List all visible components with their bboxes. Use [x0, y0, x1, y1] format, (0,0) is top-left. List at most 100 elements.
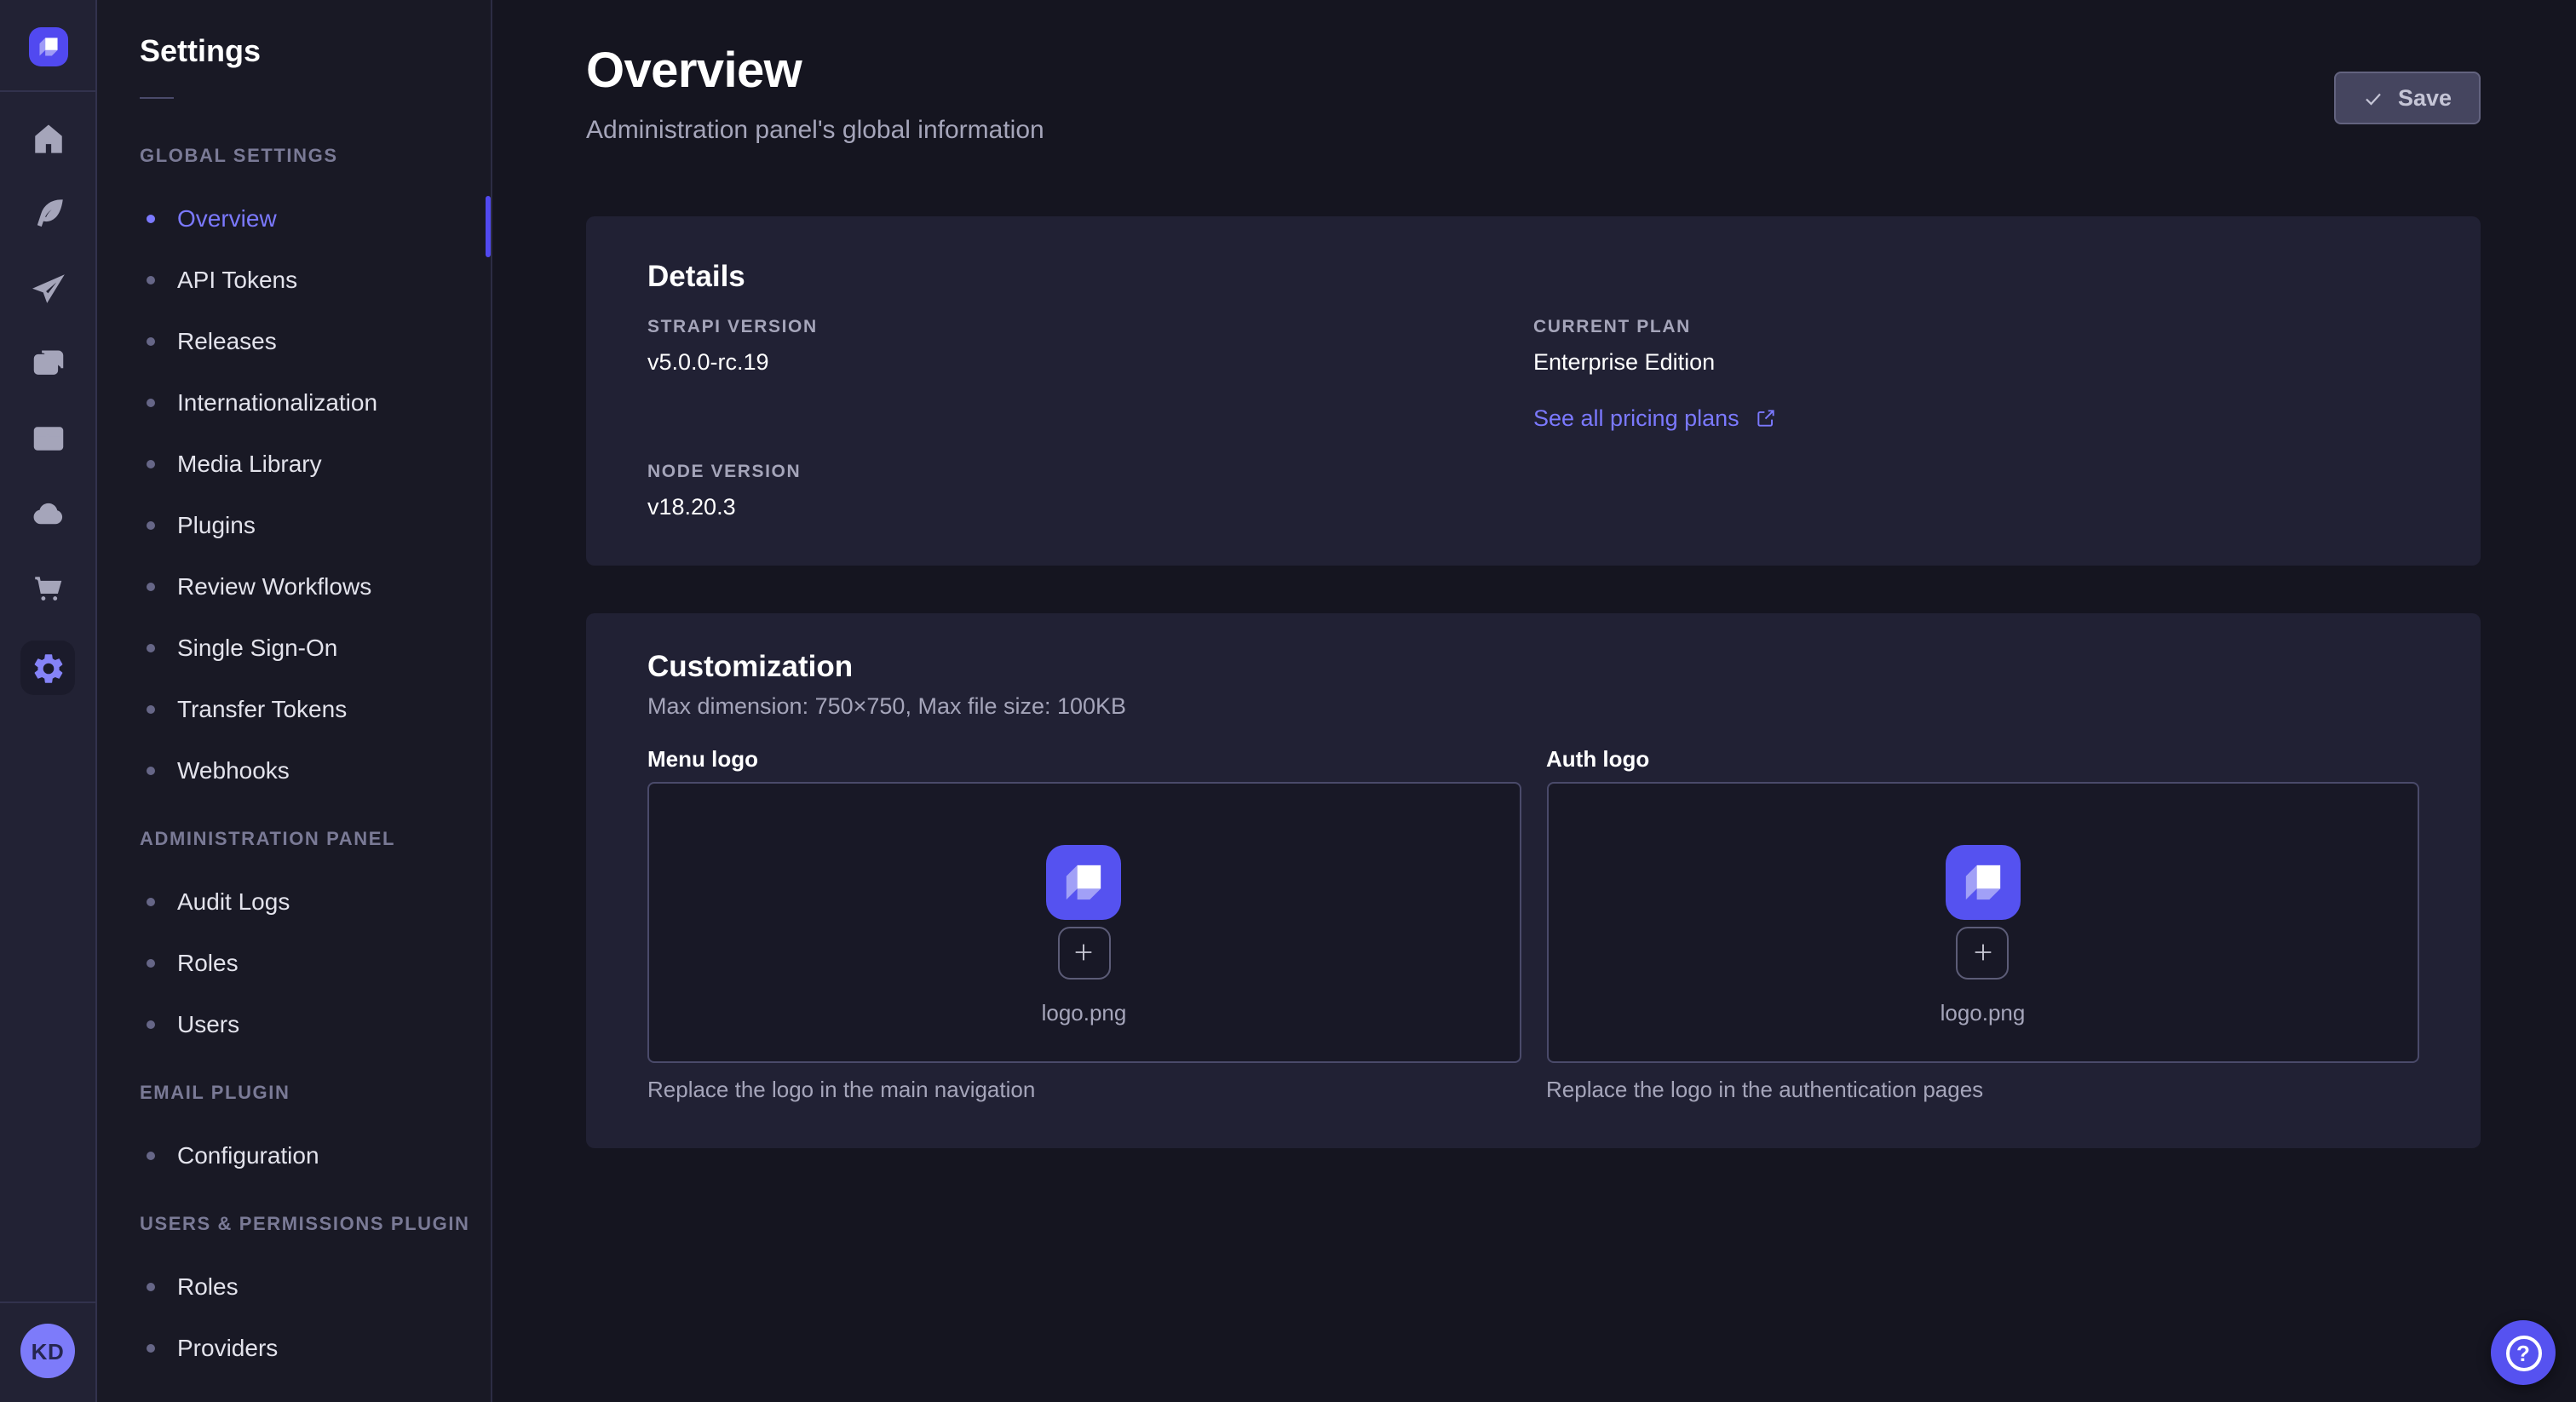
- bullet-icon: [147, 459, 155, 468]
- nav-item-label: Audit Logs: [177, 888, 290, 915]
- customization-card-title: Customization: [647, 647, 2419, 685]
- pricing-plans-link-label: See all pricing plans: [1533, 405, 1739, 431]
- settings-nav-item[interactable]: Audit Logs: [97, 871, 491, 932]
- nav-item-label: Review Workflows: [177, 572, 371, 600]
- pricing-plans-link[interactable]: See all pricing plans: [1533, 405, 1777, 431]
- settings-nav-item[interactable]: Single Sign-On: [97, 617, 491, 678]
- help-button[interactable]: ?: [2491, 1320, 2556, 1385]
- settings-nav-item[interactable]: Plugins: [97, 494, 491, 555]
- nav-item-label: Media Library: [177, 450, 322, 477]
- bullet-icon: [147, 1282, 155, 1290]
- nav-section-heading: USERS & PERMISSIONS PLUGIN: [97, 1208, 491, 1242]
- nav-section: ADMINISTRATION PANEL Audit Logs Roles Us…: [97, 823, 491, 1054]
- field-value: v5.0.0-rc.19: [647, 348, 1533, 378]
- nav-item-label: Webhooks: [177, 756, 290, 784]
- page-title: Overview: [586, 44, 1044, 101]
- page-subtitle: Administration panel's global informatio…: [586, 116, 1044, 145]
- customization-subtitle: Max dimension: 750×750, Max file size: 1…: [647, 692, 2419, 721]
- gear-icon[interactable]: [20, 641, 75, 695]
- add-logo-button[interactable]: [1957, 926, 2010, 979]
- nav-item-label: Overview: [177, 204, 277, 232]
- bullet-icon: [147, 897, 155, 905]
- settings-nav-item[interactable]: Roles: [97, 932, 491, 993]
- subnav-title: Settings: [97, 0, 491, 70]
- bullet-icon: [147, 704, 155, 713]
- settings-nav-item[interactable]: Overview: [97, 187, 491, 249]
- bullet-icon: [147, 643, 155, 652]
- rail-icon-list: [20, 92, 75, 1301]
- bullet-icon: [147, 582, 155, 590]
- shopping-cart-icon[interactable]: [26, 566, 70, 610]
- logo-file-name: logo.png: [1042, 999, 1127, 1025]
- feather-icon[interactable]: [26, 191, 70, 235]
- nav-item-label: Transfer Tokens: [177, 695, 347, 722]
- brand-area: [0, 0, 95, 92]
- auth-logo-upload-zone[interactable]: logo.png: [1546, 782, 2419, 1063]
- settings-nav-sections: GLOBAL SETTINGS Overview API Tokens Rele…: [97, 140, 491, 1378]
- settings-subnav: Settings GLOBAL SETTINGS Overview API To…: [97, 0, 492, 1402]
- menu-logo-caption: Replace the logo in the main navigation: [647, 1077, 1521, 1104]
- nav-item-label: API Tokens: [177, 266, 297, 293]
- settings-nav-item[interactable]: Releases: [97, 310, 491, 371]
- settings-nav-item[interactable]: Users: [97, 993, 491, 1054]
- current-plan-field: CURRENT PLAN Enterprise Edition: [1533, 315, 2419, 378]
- settings-nav-item[interactable]: Review Workflows: [97, 555, 491, 617]
- settings-nav-item[interactable]: Roles: [97, 1255, 491, 1317]
- settings-nav-item[interactable]: Configuration: [97, 1124, 491, 1186]
- details-card-title: Details: [647, 257, 2419, 295]
- nav-section: USERS & PERMISSIONS PLUGIN Roles Provide…: [97, 1208, 491, 1378]
- nav-section-list: Configuration: [97, 1124, 491, 1186]
- bullet-icon: [147, 214, 155, 222]
- user-avatar[interactable]: KD: [20, 1324, 75, 1378]
- menu-logo-tile: Menu logo logo.png Replace the logo in t…: [647, 748, 1521, 1104]
- settings-nav-item[interactable]: Providers: [97, 1317, 491, 1378]
- auth-logo-caption: Replace the logo in the authentication p…: [1546, 1077, 2419, 1104]
- field-value: Enterprise Edition: [1533, 348, 2419, 378]
- menu-logo-upload-zone[interactable]: logo.png: [647, 782, 1521, 1063]
- settings-nav-item[interactable]: Internationalization: [97, 371, 491, 433]
- nav-section-heading: ADMINISTRATION PANEL: [97, 823, 491, 857]
- layout-icon[interactable]: [26, 416, 70, 460]
- bullet-icon: [147, 1343, 155, 1352]
- save-button-label: Save: [2398, 85, 2452, 111]
- bullet-icon: [147, 398, 155, 406]
- nav-item-label: Users: [177, 1010, 239, 1037]
- settings-nav-item[interactable]: API Tokens: [97, 249, 491, 310]
- main-nav-rail: KD: [0, 0, 97, 1402]
- strapi-logo-icon[interactable]: [28, 27, 67, 66]
- bullet-icon: [147, 958, 155, 967]
- bullet-icon: [147, 766, 155, 774]
- check-icon: [2364, 88, 2384, 108]
- field-label: NODE VERSION: [647, 460, 1533, 484]
- strapi-version-field: STRAPI VERSION v5.0.0-rc.19: [647, 315, 1533, 378]
- bullet-icon: [147, 1020, 155, 1028]
- details-card: Details STRAPI VERSION v5.0.0-rc.19 NODE…: [586, 216, 2481, 566]
- settings-nav-item[interactable]: Transfer Tokens: [97, 678, 491, 739]
- page-header: Overview Administration panel's global i…: [586, 0, 2481, 145]
- home-icon[interactable]: [26, 116, 70, 160]
- details-left-column: STRAPI VERSION v5.0.0-rc.19 NODE VERSION…: [647, 315, 1533, 523]
- strapi-admin-app: KD Settings GLOBAL SETTINGS Overview API…: [0, 0, 2576, 1402]
- external-link-icon: [1755, 407, 1777, 429]
- nav-item-label: Roles: [177, 949, 239, 976]
- cloud-icon[interactable]: [26, 491, 70, 535]
- media-library-icon[interactable]: [26, 341, 70, 385]
- auth-logo-label: Auth logo: [1546, 748, 2419, 772]
- save-button[interactable]: Save: [2335, 72, 2481, 124]
- nav-item-label: Roles: [177, 1273, 239, 1300]
- bullet-icon: [147, 1151, 155, 1159]
- nav-item-label: Plugins: [177, 511, 256, 538]
- add-logo-button[interactable]: [1058, 926, 1111, 979]
- settings-nav-item[interactable]: Webhooks: [97, 739, 491, 801]
- paper-plane-icon[interactable]: [26, 266, 70, 310]
- active-item-indicator: [486, 196, 491, 257]
- strapi-logo-glyph: [28, 27, 67, 66]
- nav-section: GLOBAL SETTINGS Overview API Tokens Rele…: [97, 140, 491, 801]
- main-content: Overview Administration panel's global i…: [492, 0, 2576, 1402]
- field-value: v18.20.3: [647, 492, 1533, 523]
- nav-item-label: Providers: [177, 1334, 278, 1361]
- nav-section-list: Overview API Tokens Releases Internation…: [97, 187, 491, 801]
- settings-nav-item[interactable]: Media Library: [97, 433, 491, 494]
- nav-item-label: Internationalization: [177, 388, 377, 416]
- nav-section-list: Audit Logs Roles Users: [97, 871, 491, 1054]
